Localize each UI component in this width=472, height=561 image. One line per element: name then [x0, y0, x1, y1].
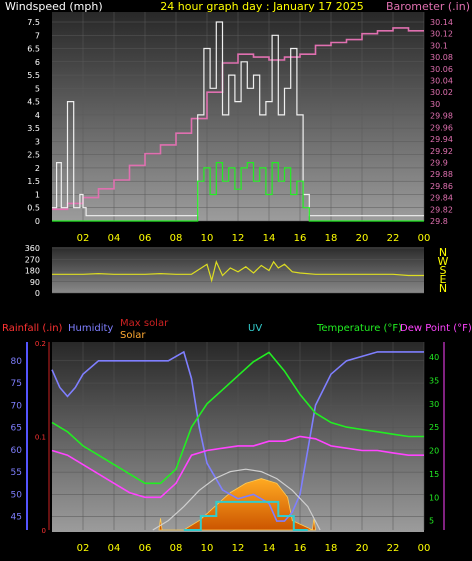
barometer-tick-label: 29.9 — [430, 158, 448, 167]
temperature-tick-label: 30 — [429, 400, 439, 409]
climate-x-tick-label: 06 — [139, 543, 152, 554]
wind-x-tick-label: 06 — [139, 233, 152, 244]
wind-tick-label: 2.5 — [27, 151, 40, 160]
legend-solar: Solar — [120, 330, 146, 341]
climate-x-tick-label: 10 — [201, 543, 214, 554]
wind-tick-label: 0 — [35, 217, 40, 226]
wind-tick-label: 5.5 — [27, 71, 40, 80]
barometer-tick-label: 30.06 — [430, 65, 453, 74]
legend-dew-point: Dew Point (°F) — [400, 323, 472, 334]
wind-tick-label: 7 — [35, 31, 40, 40]
wind-x-tick-label: 00 — [418, 233, 431, 244]
wind-x-tick-label: 12 — [232, 233, 245, 244]
temperature-tick-label: 15 — [429, 470, 439, 479]
humidity-tick-label: 70 — [11, 401, 23, 411]
climate-x-tick-label: 16 — [294, 543, 307, 554]
humidity-tick-label: 55 — [11, 468, 22, 478]
barometer-tick-label: 29.96 — [430, 123, 453, 132]
temperature-tick-label: 25 — [429, 423, 439, 432]
wind-tick-label: 6 — [35, 58, 40, 67]
wind-axis-title: Windspeed (mph) — [5, 0, 103, 13]
wind-x-tick-label: 04 — [108, 233, 121, 244]
humidity-tick-label: 60 — [11, 446, 23, 456]
barometer-tick-label: 29.86 — [430, 182, 453, 191]
compass-label: N — [439, 282, 447, 295]
chart-title: 24 hour graph day : January 17 2025 — [160, 0, 364, 13]
wind-x-tick-label: 18 — [325, 233, 338, 244]
climate-x-tick-label: 04 — [108, 543, 121, 554]
rain-tick-label: 0.1 — [35, 434, 46, 442]
barometer-tick-label: 29.98 — [430, 112, 453, 121]
barometer-tick-label: 29.88 — [430, 170, 453, 179]
climate-x-tick-label: 12 — [232, 543, 245, 554]
legend-humidity: Humidity — [68, 323, 113, 334]
barometer-tick-label: 30.14 — [430, 18, 453, 27]
wind-tick-label: 0.5 — [27, 204, 40, 213]
legend-max-solar: Max solar — [120, 318, 169, 329]
climate-legend: Rainfall (.in) Humidity Max solarSolar UV Te… — [2, 318, 472, 341]
wind-x-tick-label: 16 — [294, 233, 307, 244]
temperature-tick-label: 10 — [429, 493, 439, 502]
direction-tick-label: 0 — [35, 289, 40, 298]
barometer-tick-label: 29.92 — [430, 147, 453, 156]
wind-tick-label: 5 — [35, 84, 40, 93]
barometer-tick-label: 30.08 — [430, 53, 453, 62]
humidity-tick-label: 45 — [11, 513, 22, 523]
barometer-tick-label: 30.1 — [430, 41, 448, 50]
wind-tick-label: 7.5 — [27, 18, 40, 27]
barometer-tick-label: 29.8 — [430, 217, 448, 226]
direction-plot-area — [52, 247, 424, 293]
humidity-tick-label: 75 — [11, 379, 22, 389]
wind-tick-label: 2 — [35, 164, 40, 173]
climate-x-tick-label: 02 — [77, 543, 90, 554]
humidity-tick-label: 50 — [11, 490, 23, 500]
barometer-tick-label: 30.02 — [430, 88, 453, 97]
wind-tick-label: 3.5 — [27, 124, 40, 133]
barometer-tick-label: 30.12 — [430, 30, 453, 39]
direction-tick-label: 90 — [30, 278, 40, 287]
weather-chart: 0 0.5 1 1.5 2 2.5 3 3.5 4 4.5 5 5.5 6 6.5 7 7.5 29.8 29.8… — [2, 0, 472, 554]
wind-x-tick-label: 08 — [170, 233, 183, 244]
barometer-tick-label: 29.84 — [430, 194, 453, 203]
legend-temperature: Temperature (°F) — [316, 323, 402, 334]
barometer-tick-label: 29.82 — [430, 205, 453, 214]
temperature-tick-label: 40 — [429, 353, 439, 362]
wind-tick-label: 1 — [35, 190, 40, 199]
wind-tick-label: 6.5 — [27, 45, 40, 54]
direction-tick-label: 180 — [25, 267, 40, 276]
barometer-axis-title: Barometer (.in) — [386, 0, 470, 13]
barometer-tick-label: 30 — [430, 100, 440, 109]
rain-tick-label: 0 — [42, 527, 46, 535]
wind-tick-label: 1.5 — [27, 177, 40, 186]
wind-x-tick-label: 14 — [263, 233, 276, 244]
temperature-tick-label: 20 — [429, 447, 439, 456]
direction-tick-label: 360 — [25, 244, 40, 253]
climate-x-tick-label: 18 — [325, 543, 338, 554]
climate-x-tick-label: 22 — [387, 543, 400, 554]
humidity-tick-label: 80 — [11, 357, 23, 367]
climate-x-tick-label: 08 — [170, 543, 183, 554]
barometer-tick-label: 30.04 — [430, 77, 453, 86]
climate-x-tick-label: 20 — [356, 543, 369, 554]
rain-tick-label: 0.2 — [35, 340, 46, 348]
temperature-tick-label: 5 — [429, 517, 434, 526]
wind-tick-label: 4.5 — [27, 98, 40, 107]
temperature-tick-label: 35 — [429, 376, 439, 385]
weather-graph: 0 0.5 1 1.5 2 2.5 3 3.5 4 4.5 5 5.5 6 6.5 7 7.5 29.8 29.8… — [0, 0, 472, 561]
climate-x-tick-label: 14 — [263, 543, 276, 554]
wind-tick-label: 3 — [35, 137, 40, 146]
barometer-tick-label: 29.94 — [430, 135, 453, 144]
wind-x-tick-label: 10 — [201, 233, 214, 244]
wind-x-tick-label: 22 — [387, 233, 400, 244]
wind-tick-label: 4 — [35, 111, 40, 120]
climate-x-tick-label: 00 — [418, 543, 431, 554]
legend-uv: UV — [248, 323, 262, 334]
legend-rainfall: Rainfall (.in) — [2, 323, 63, 334]
direction-tick-label: 270 — [25, 255, 40, 264]
wind-x-tick-label: 20 — [356, 233, 369, 244]
humidity-tick-label: 65 — [11, 424, 22, 434]
wind-x-tick-label: 02 — [77, 233, 90, 244]
